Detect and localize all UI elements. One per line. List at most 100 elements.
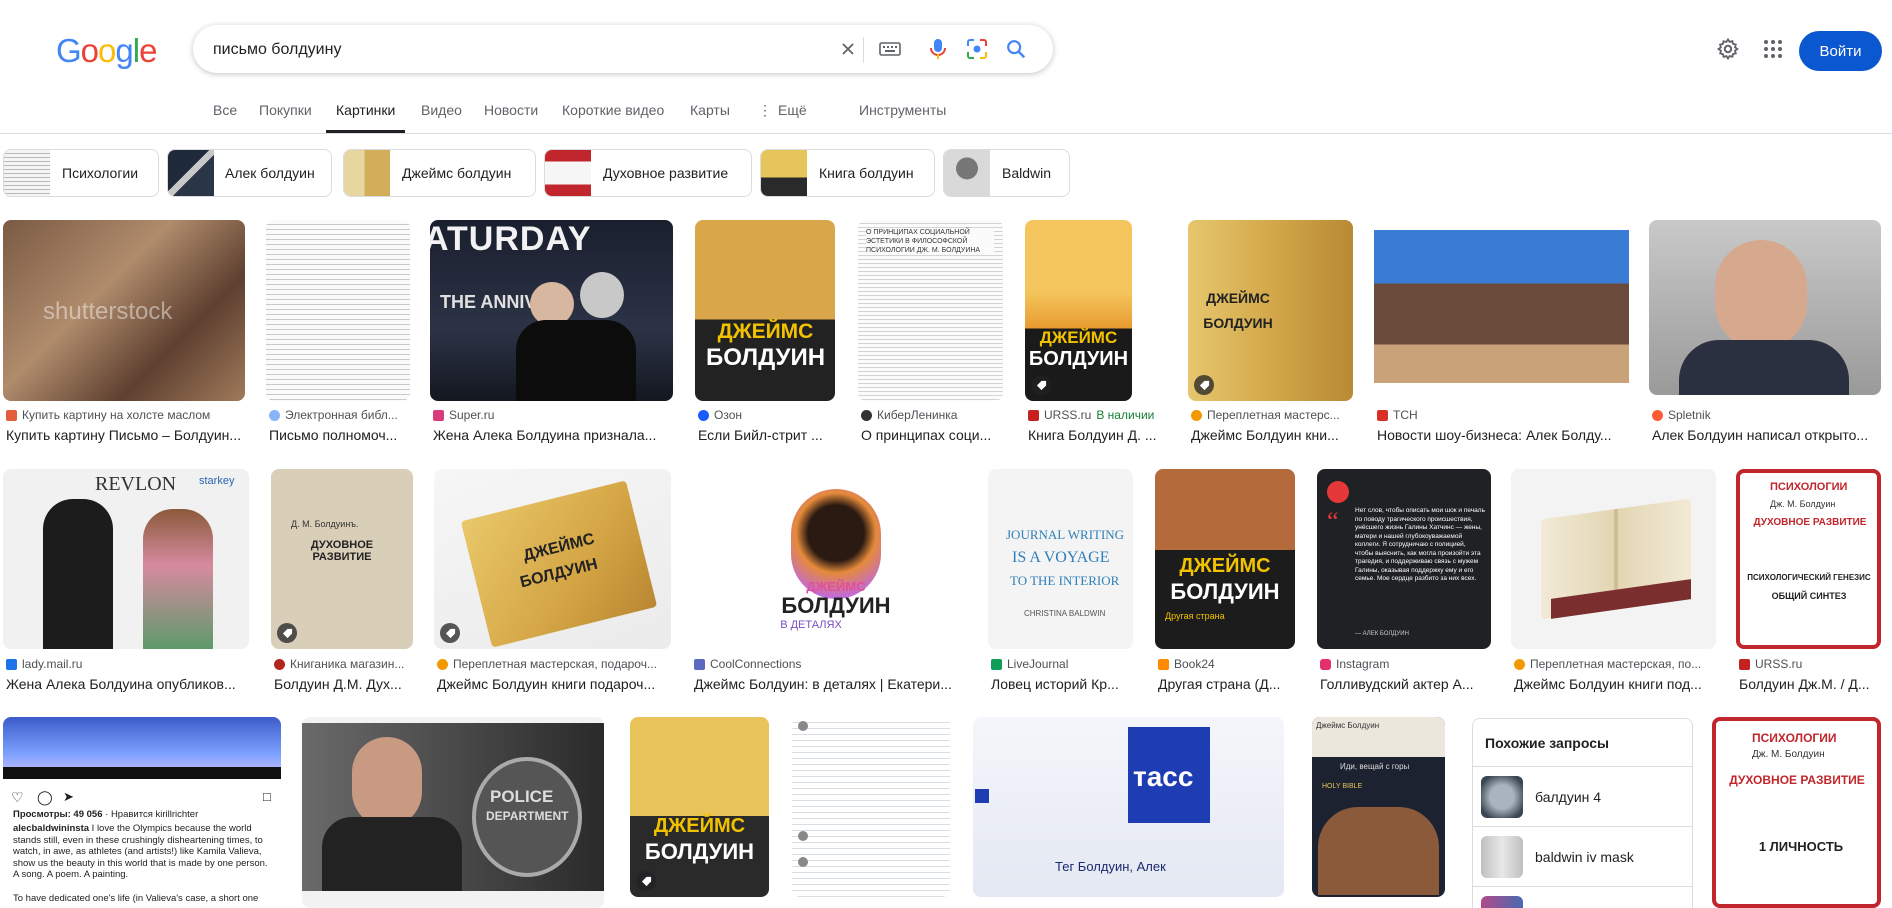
book-cover-title: БОЛДУИН	[705, 344, 826, 371]
source-label: КиберЛенинка	[877, 408, 958, 422]
tab-all[interactable]: Все	[213, 102, 237, 132]
image-result[interactable]	[792, 717, 950, 908]
image-result[interactable]: ДЖЕЙМС БОЛДУИН Переплетная мастерская, п…	[434, 469, 671, 709]
tab-more-label: Ещё	[778, 102, 807, 118]
related-thumbnail	[1481, 835, 1523, 878]
microphone-icon[interactable]	[926, 37, 950, 61]
image-caption: ATURDAY	[430, 220, 592, 258]
person-figure	[43, 499, 113, 649]
chip-baldwin-book[interactable]: Книга болдуин	[760, 149, 935, 197]
source-label: Купить картину на холсте маслом	[22, 408, 211, 422]
source-label: Instagram	[1336, 657, 1390, 671]
image-result[interactable]: Д. М. Болдуинъ. ДУХОВНОЕ РАЗВИТИЕ Книган…	[271, 469, 413, 709]
source-label: lady.mail.ru	[22, 657, 83, 671]
result-thumbnail: О ПРИНЦИПАХ СОЦИАЛЬНОЙ ЭСТЕТИКИ В ФИЛОСО…	[858, 220, 1003, 401]
search-icon[interactable]	[1004, 37, 1028, 61]
chip-label: Духовное развитие	[603, 165, 729, 181]
chip-label: Baldwin	[1002, 165, 1052, 181]
chip-psychology[interactable]: Психологии	[3, 149, 159, 197]
image-result[interactable]: тасс Тег Болдуин, Алек	[973, 717, 1284, 908]
cover-header: ПСИХОЛОГИИ	[1770, 481, 1848, 493]
views-count: Просмотры: 49 056	[13, 809, 103, 820]
image-result[interactable]: Джеймс Болдуин Иди, вещай с горы HOLY BI…	[1312, 717, 1445, 908]
source-label: URSS.ru	[1755, 657, 1803, 671]
clear-icon[interactable]	[836, 37, 860, 61]
source-label: Переплетная мастерс...	[1207, 408, 1340, 422]
favicon-icon	[269, 409, 280, 421]
tag-icon	[1031, 375, 1051, 395]
image-result[interactable]: “ Нет слов, чтобы описать мои шок и печа…	[1317, 469, 1491, 709]
image-result[interactable]: ATURDAY THE ANNIVE Super.ru Жена Алека Б…	[430, 220, 673, 460]
login-button[interactable]: Войти	[1799, 31, 1882, 71]
tab-tools[interactable]: Инструменты	[859, 102, 946, 132]
favicon-icon	[861, 409, 872, 421]
image-result[interactable]: Переплетная мастерская, по... Джеймс Бол…	[1511, 469, 1716, 709]
crowd-photo	[1374, 230, 1629, 383]
related-search-item[interactable]: балдуин 4	[1473, 766, 1692, 826]
cover-header: ПСИХОЛОГИИ	[1752, 731, 1837, 745]
image-result[interactable]: REVLON starkey lady.mail.ru Жена Алека Б…	[3, 469, 249, 709]
chip-baldwin[interactable]: Baldwin	[943, 149, 1070, 197]
result-thumbnail	[266, 220, 410, 401]
chip-james-baldwin[interactable]: Джеймс болдуин	[343, 149, 536, 197]
tab-more[interactable]: ⋮ Ещё	[758, 102, 807, 132]
image-result[interactable]: ПСИХОЛОГИИ Дж. М. Болдуин ДУХОВНОЕ РАЗВИ…	[1736, 469, 1881, 709]
book-cover-line: TO THE INTERIOR	[1010, 573, 1120, 588]
tab-maps[interactable]: Карты	[690, 102, 730, 132]
chip-alec-baldwin[interactable]: Алек болдуин	[167, 149, 332, 197]
related-search-item[interactable]: baldwin iv mask	[1473, 826, 1692, 886]
tab-shopping[interactable]: Покупки	[259, 102, 312, 132]
image-result[interactable]: ДЖЕЙМС БОЛДУИН Озон Если Бийл-стрит ...	[695, 220, 835, 460]
stock-status: В наличии	[1096, 408, 1155, 422]
tab-short-videos[interactable]: Короткие видео	[562, 102, 664, 132]
tab-videos[interactable]: Видео	[421, 102, 462, 132]
result-title: Болдуин Д.М. Дух...	[274, 676, 402, 692]
result-source: Переплетная мастерс...	[1191, 408, 1352, 422]
image-result[interactable]: ДЖЕЙМС БОЛДУИН Переплетная мастерс... Дж…	[1188, 220, 1353, 460]
image-result[interactable]: JOURNAL WRITING IS A VOYAGE TO THE INTER…	[988, 469, 1133, 709]
related-searches: Похожие запросы балдуин 4 baldwin iv mas…	[1472, 718, 1693, 908]
search-input[interactable]	[213, 39, 813, 61]
keyboard-icon[interactable]	[878, 37, 902, 61]
image-result[interactable]: ДЖЕЙМС БОЛДУИН Другая страна Book24 Друг…	[1155, 469, 1295, 709]
chip-thumbnail	[344, 150, 390, 196]
bookmark-icon[interactable]: □	[263, 789, 271, 804]
chip-thumbnail	[761, 150, 807, 196]
logo-letter: o	[98, 32, 116, 69]
image-result[interactable]: ПСИХОЛОГИИ Дж. М. Болдуин ДУХОВНОЕ РАЗВИ…	[1712, 717, 1881, 908]
chip-thumbnail	[545, 150, 591, 196]
image-result[interactable]: ДЖЕЙМС БОЛДУИН	[630, 717, 769, 908]
likes-text: · Нравится kirillrichter	[105, 809, 199, 820]
video-bar	[3, 767, 281, 779]
result-title: Алек Болдуин написал открыто...	[1652, 427, 1869, 443]
image-result[interactable]: shutterstock Купить картину на холсте ма…	[3, 220, 245, 460]
apps-grid-icon[interactable]	[1761, 37, 1785, 61]
google-logo[interactable]: Google	[56, 32, 157, 70]
result-source: LiveJournal	[991, 657, 1132, 671]
settings-gear-icon[interactable]	[1716, 37, 1740, 61]
quote-author: — АЛЕК БОЛДУИН	[1355, 631, 1409, 637]
search-tabs: Все Покупки Картинки Видео Новости Корот…	[0, 100, 1892, 134]
image-result[interactable]: POLICE DEPARTMENT	[302, 717, 604, 908]
image-result[interactable]: ДЖЕЙМС БОЛДУИН В ДЕТАЛЯХ CoolConnections…	[691, 469, 968, 709]
image-result[interactable]: О ПРИНЦИПАХ СОЦИАЛЬНОЙ ЭСТЕТИКИ В ФИЛОСО…	[858, 220, 1003, 460]
image-result[interactable]: Электронная библ... Письмо полномоч...	[266, 220, 410, 460]
cover-title: ДУХОВНОЕ РАЗВИТИЕ	[1729, 773, 1865, 787]
quote-text: Нет слов, чтобы описать мои шок и печаль…	[1355, 507, 1485, 582]
heart-icon[interactable]: ♡	[11, 789, 24, 806]
image-result[interactable]: ТСН Новости шоу-бизнеса: Алек Болду...	[1374, 220, 1629, 460]
tab-news[interactable]: Новости	[484, 102, 538, 132]
camera-lens-icon[interactable]	[965, 37, 989, 61]
share-icon[interactable]: ➤	[63, 789, 74, 805]
related-label: baldwin iv mask	[1535, 848, 1634, 865]
related-search-item[interactable]	[1473, 886, 1692, 908]
logo-letter: e	[139, 32, 157, 69]
image-result[interactable]: Spletnik Алек Болдуин написал открыто...	[1649, 220, 1881, 460]
image-result[interactable]: ДЖЕЙМС БОЛДУИН URSS.ru В наличии Книга Бо…	[1025, 220, 1157, 460]
tass-caption: Тег Болдуин, Алек	[1055, 859, 1166, 874]
image-result[interactable]: ♡ ◯ ➤ □ Просмотры: 49 056 · Нравится kir…	[3, 717, 281, 908]
comment-icon[interactable]: ◯	[37, 789, 53, 806]
person-figure	[352, 737, 422, 827]
chip-spiritual-development[interactable]: Духовное развитие	[544, 149, 752, 197]
tab-images[interactable]: Картинки	[326, 102, 406, 133]
